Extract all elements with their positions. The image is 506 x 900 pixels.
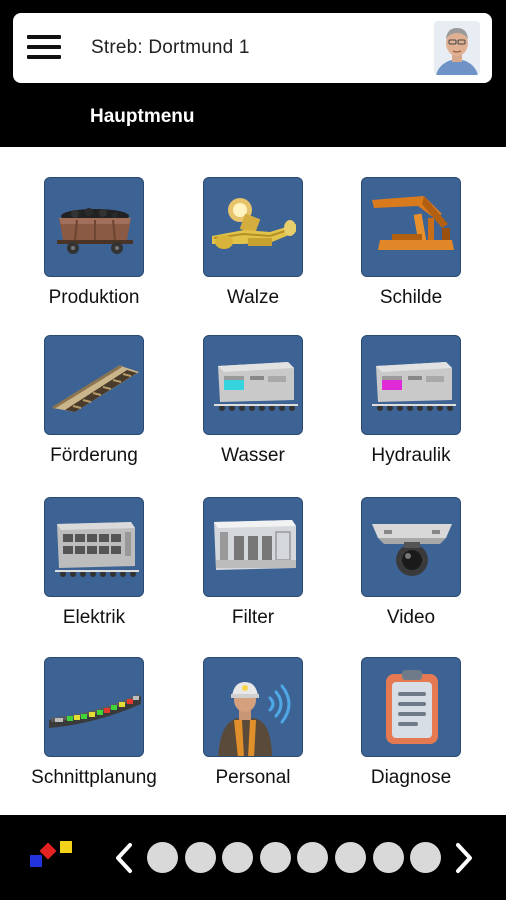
menu-item-label: Förderung — [50, 445, 138, 466]
menu-item-walze[interactable]: Walze — [183, 147, 323, 308]
header-title: Streb: Dortmund 1 — [91, 37, 250, 58]
menu-item-label: Personal — [215, 767, 291, 788]
menu-item-personal[interactable]: Personal — [183, 627, 323, 788]
bottom-navigation — [0, 815, 506, 900]
coal-wagon-icon — [44, 177, 144, 277]
menu-item-elektrik[interactable]: Elektrik — [24, 467, 164, 628]
menu-item-label: Schnittplanung — [31, 767, 157, 788]
page-dot[interactable] — [147, 842, 178, 873]
colored-squares-logo — [28, 839, 76, 873]
clipboard-icon — [361, 657, 461, 757]
camera-icon — [361, 497, 461, 597]
menu-item-foerderung[interactable]: Förderung — [24, 305, 164, 466]
page-indicator — [147, 842, 448, 874]
shearer-icon — [203, 177, 303, 277]
hamburger-icon[interactable] — [27, 35, 61, 63]
page-dot[interactable] — [334, 842, 366, 873]
page-dot[interactable] — [372, 842, 404, 873]
main-menu-grid: Produktion Walze Schilde Förderung Wasse… — [0, 147, 506, 815]
miner-signal-icon — [203, 657, 303, 757]
cut-planning-icon — [44, 657, 144, 757]
menu-item-label: Filter — [231, 607, 275, 628]
menu-item-produktion[interactable]: Produktion — [24, 147, 164, 308]
menu-item-label: Wasser — [221, 445, 285, 466]
menu-item-schilde[interactable]: Schilde — [341, 147, 481, 308]
user-avatar[interactable] — [434, 21, 480, 75]
page-subtitle: Hauptmenu — [90, 106, 195, 127]
menu-item-diagnose[interactable]: Diagnose — [341, 627, 481, 788]
chevron-right-icon[interactable] — [452, 841, 476, 875]
menu-item-hydraulik[interactable]: Hydraulik — [341, 305, 481, 466]
menu-item-label: Video — [386, 607, 436, 628]
menu-item-filter[interactable]: Filter — [183, 467, 323, 628]
page-dot[interactable] — [410, 842, 442, 873]
page-dot[interactable] — [259, 842, 291, 873]
page-dot[interactable] — [222, 842, 254, 873]
menu-item-schnittplanung[interactable]: Schnittplanung — [24, 627, 164, 788]
electric-cabinet-icon — [44, 497, 144, 597]
menu-item-label: Hydraulik — [371, 445, 451, 466]
menu-item-label: Elektrik — [62, 607, 126, 628]
page-dot[interactable] — [297, 842, 329, 873]
top-header: Streb: Dortmund 1 Hauptmenu — [0, 0, 506, 147]
shield-support-icon — [361, 177, 461, 277]
hydraulic-unit-icon — [361, 335, 461, 435]
filter-unit-icon — [203, 497, 303, 597]
app-bar: Streb: Dortmund 1 — [13, 13, 492, 83]
menu-item-label: Diagnose — [370, 767, 452, 788]
page-dot[interactable] — [184, 842, 216, 873]
chevron-left-icon[interactable] — [112, 841, 136, 875]
water-unit-icon — [203, 335, 303, 435]
menu-item-wasser[interactable]: Wasser — [183, 305, 323, 466]
conveyor-icon — [44, 335, 144, 435]
menu-item-video[interactable]: Video — [341, 467, 481, 628]
